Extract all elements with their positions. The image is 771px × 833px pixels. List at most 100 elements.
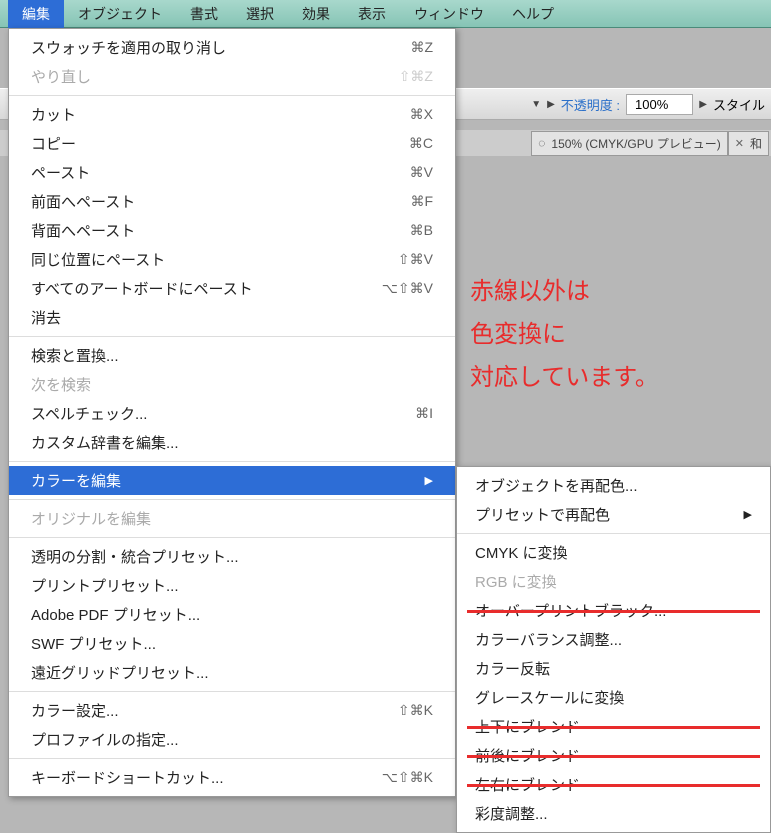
menu-item-label: 遠近グリッドプリセット... xyxy=(31,662,209,683)
menu-item[interactable]: カラー設定...⇧⌘K xyxy=(9,696,455,725)
chevron-down-icon[interactable]: ▼ xyxy=(531,99,541,110)
menu-shortcut: ⌘V xyxy=(410,164,433,181)
menu-item[interactable]: 彩度調整... xyxy=(457,799,770,828)
edit-color-submenu: オブジェクトを再配色... プリセットで再配色▶ CMYK に変換 RGB に変換オー… xyxy=(456,466,771,833)
menu-item: やり直し ⇧⌘Z xyxy=(9,62,455,91)
menu-item[interactable]: プロファイルの指定... xyxy=(9,725,455,754)
menubar-item[interactable]: 書式 xyxy=(176,0,232,29)
menu-item[interactable]: キーボードショートカット...⌥⇧⌘K xyxy=(9,763,455,792)
menubar-item[interactable]: 編集 xyxy=(8,0,64,29)
menu-item[interactable]: 検索と置換... xyxy=(9,341,455,370)
menu-shortcut: ⌥⇧⌘K xyxy=(382,769,433,786)
menu-item-label: やり直し xyxy=(31,66,91,87)
menu-item-label: 彩度調整... xyxy=(475,803,548,824)
menu-item[interactable]: コピー ⌘C xyxy=(9,129,455,158)
menu-item-label: カラーバランス調整... xyxy=(475,629,622,650)
menu-shortcut: ⌘F xyxy=(410,193,433,210)
menu-item-label: スウォッチを適用の取り消し xyxy=(31,37,226,58)
tab-title: 和 xyxy=(750,135,762,152)
menu-item-label: 前面へペースト xyxy=(31,191,135,212)
menu-item-label: オーバープリントブラック... xyxy=(475,600,666,621)
menu-separator xyxy=(9,691,455,692)
menubar-item[interactable]: ウィンドウ xyxy=(400,0,498,29)
menu-item-label: 同じ位置にペースト xyxy=(31,249,165,270)
menu-shortcut: ⌘C xyxy=(409,135,433,152)
menu-item-label: コピー xyxy=(31,133,76,154)
menu-item-label: プロファイルの指定... xyxy=(31,729,179,750)
menu-item[interactable]: カスタム辞書を編集... xyxy=(9,428,455,457)
menu-item[interactable]: すべてのアートボードにペースト ⌥⇧⌘V xyxy=(9,274,455,303)
menu-item[interactable]: グレースケールに変換 xyxy=(457,683,770,712)
menu-separator xyxy=(9,336,455,337)
menu-shortcut: ⇧⌘V xyxy=(398,251,433,268)
menu-item-label: 透明の分割・統合プリセット... xyxy=(31,546,239,567)
menu-item[interactable]: 遠近グリッドプリセット... xyxy=(9,658,455,687)
menu-item[interactable]: Adobe PDF プリセット... xyxy=(9,600,455,629)
menu-separator xyxy=(457,533,770,534)
edit-menu-dropdown: スウォッチを適用の取り消し ⌘Z やり直し ⇧⌘Z カット ⌘X コピー ⌘C ペースト ⌘V 前面… xyxy=(8,28,456,797)
menubar-item[interactable]: 効果 xyxy=(288,0,344,29)
document-tab[interactable]: ✕ 和 xyxy=(728,131,769,156)
menu-shortcut: ⌘X xyxy=(410,106,433,123)
opacity-field[interactable]: 100% xyxy=(626,94,693,115)
menu-item[interactable]: カラーバランス調整... xyxy=(457,625,770,654)
menu-shortcut: ⇧⌘Z xyxy=(399,68,433,85)
menu-item-label: オブジェクトを再配色... xyxy=(475,475,638,496)
menu-item[interactable]: オーバープリントブラック... xyxy=(457,596,770,625)
document-tab[interactable]: ◌ 150% (CMYK/GPU プレビュー) xyxy=(531,131,728,156)
menu-item-label: カラー設定... xyxy=(31,700,119,721)
menu-item-label: CMYK に変換 xyxy=(475,542,568,563)
menu-item[interactable]: 上下にブレンド xyxy=(457,712,770,741)
menu-item-label: オリジナルを編集 xyxy=(31,508,151,529)
chevron-right-icon: ▶ xyxy=(744,508,752,521)
menu-item-label: 上下にブレンド xyxy=(475,716,580,737)
menu-shortcut: ⌘Z xyxy=(410,39,433,56)
menubar-item[interactable]: オブジェクト xyxy=(64,0,176,29)
menu-item[interactable]: プリントプリセット... xyxy=(9,571,455,600)
menu-item[interactable]: 左右にブレンド xyxy=(457,770,770,799)
menu-item[interactable]: 消去 xyxy=(9,303,455,332)
menu-item-label: カット xyxy=(31,104,76,125)
tab-title: 150% (CMYK/GPU プレビュー) xyxy=(551,135,720,152)
menu-item[interactable]: カット ⌘X xyxy=(9,100,455,129)
menu-separator xyxy=(9,537,455,538)
menu-item-label: すべてのアートボードにペースト xyxy=(31,278,253,299)
menu-item-label: ペースト xyxy=(31,162,90,183)
tab-dirty-icon: ◌ xyxy=(538,136,545,150)
menu-item-label: 消去 xyxy=(31,307,61,328)
menu-item: 次を検索 xyxy=(9,370,455,399)
menu-item[interactable]: SWF プリセット... xyxy=(9,629,455,658)
annotation-text: 赤線以外は 色変換に 対応しています。 xyxy=(470,270,659,400)
menu-item: RGB に変換 xyxy=(457,567,770,596)
menu-item[interactable]: スペルチェック...⌘I xyxy=(9,399,455,428)
menubar-item[interactable]: ヘルプ xyxy=(498,0,568,29)
menu-item[interactable]: ペースト ⌘V xyxy=(9,158,455,187)
menu-item-label: 背面へペースト xyxy=(31,220,135,241)
close-icon[interactable]: ✕ xyxy=(735,137,744,150)
menu-item[interactable]: オブジェクトを再配色... xyxy=(457,471,770,500)
chevron-right-icon[interactable]: ▶ xyxy=(547,99,555,110)
menubar: 編集オブジェクト書式選択効果表示ウィンドウヘルプ xyxy=(0,0,771,28)
menu-item[interactable]: 同じ位置にペースト ⇧⌘V xyxy=(9,245,455,274)
menu-item[interactable]: プリセットで再配色▶ xyxy=(457,500,770,529)
menu-item[interactable]: 前後にブレンド xyxy=(457,741,770,770)
menubar-item[interactable]: 選択 xyxy=(232,0,288,29)
menu-item[interactable]: 背面へペースト⌘B xyxy=(9,216,455,245)
menu-item-label: プリントプリセット... xyxy=(31,575,179,596)
menu-item[interactable]: カラーを編集▶ xyxy=(9,466,455,495)
menu-item-label: カスタム辞書を編集... xyxy=(31,432,179,453)
menubar-item[interactable]: 表示 xyxy=(344,0,400,29)
menu-separator xyxy=(9,95,455,96)
chevron-right-icon[interactable]: ▶ xyxy=(699,99,707,110)
menu-item[interactable]: カラー反転 xyxy=(457,654,770,683)
menu-item[interactable]: 前面へペースト ⌘F xyxy=(9,187,455,216)
menu-item[interactable]: CMYK に変換 xyxy=(457,538,770,567)
menu-item-label: カラー反転 xyxy=(475,658,550,679)
menu-item[interactable]: スウォッチを適用の取り消し ⌘Z xyxy=(9,33,455,62)
menu-shortcut: ⌥⇧⌘V xyxy=(382,280,433,297)
menu-item-label: グレースケールに変換 xyxy=(475,687,624,708)
menu-separator xyxy=(9,758,455,759)
menu-item-label: 次を検索 xyxy=(31,374,91,395)
style-label: スタイル xyxy=(713,95,765,114)
menu-item[interactable]: 透明の分割・統合プリセット... xyxy=(9,542,455,571)
